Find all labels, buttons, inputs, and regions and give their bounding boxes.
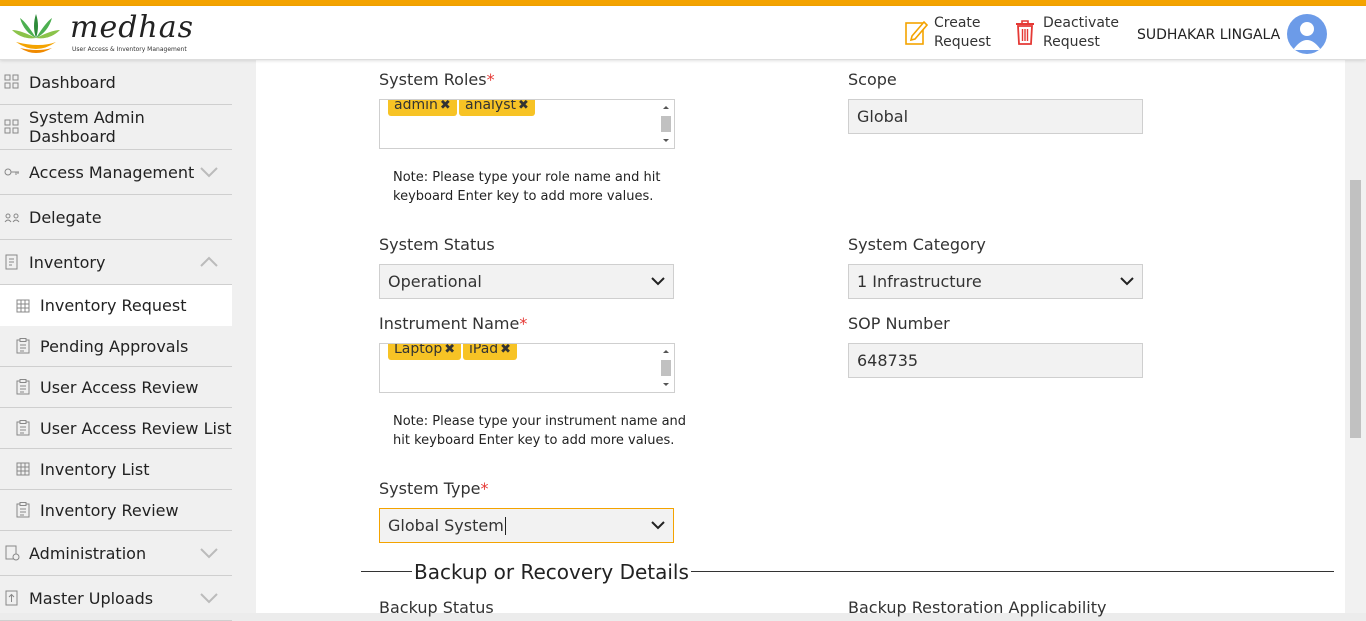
sop-number-label: SOP Number — [848, 314, 950, 333]
sidebar-item-label: Dashboard — [29, 72, 116, 92]
system-type-label: System Type* — [379, 479, 489, 498]
user-avatar[interactable] — [1287, 14, 1327, 54]
create-request-label-line1: Create — [934, 15, 981, 31]
key-icon — [4, 168, 19, 176]
document-icon — [5, 254, 18, 270]
text-cursor — [504, 516, 506, 535]
brand-name: medhas — [70, 10, 195, 45]
backup-status-label: Backup Status — [379, 598, 494, 617]
deactivate-request-button[interactable]: Deactivate Request — [1013, 14, 1123, 52]
sidebar-subitem-inventory-review[interactable]: Inventory Review — [0, 490, 232, 531]
sidebar-item-label: Delegate — [29, 207, 102, 227]
lotus-icon — [12, 14, 60, 53]
sidebar-item-dashboard[interactable]: Dashboard — [0, 60, 232, 105]
system-roles-tag-input[interactable]: admin ✖ analyst ✖ — [379, 99, 675, 149]
sidebar-item-label: Inventory List — [40, 459, 150, 479]
edit-document-icon — [905, 20, 928, 45]
sidebar-item-label: User Access Review List — [40, 418, 232, 438]
create-request-button[interactable]: Create Request — [904, 14, 1014, 52]
upload-document-icon — [5, 590, 18, 606]
chevron-down-icon — [651, 277, 665, 286]
sidebar-item-label: Inventory Request — [40, 296, 187, 315]
main-form-panel: System Roles* admin ✖ analyst ✖ Note: Plea… — [256, 60, 1345, 617]
backup-restoration-label: Backup Restoration Applicability — [848, 598, 1107, 617]
sidebar-subitem-inventory-list[interactable]: Inventory List — [0, 449, 232, 490]
app-header: medhas User Access & Inventory Managemen… — [0, 6, 1366, 60]
tag-chip: admin ✖ — [388, 100, 457, 116]
dashboard-icon — [4, 74, 19, 89]
delegate-icon — [4, 213, 20, 223]
sidebar-item-label: Access Management — [29, 162, 195, 182]
trash-icon — [1016, 20, 1034, 45]
table-icon — [16, 462, 30, 476]
create-request-label-line2: Request — [934, 34, 991, 50]
table-icon — [16, 299, 30, 312]
sidebar-item-system-admin-dashboard[interactable]: System Admin Dashboard — [0, 105, 232, 150]
clipboard-icon — [16, 379, 30, 395]
page-scroll-thumb[interactable] — [1350, 180, 1361, 438]
chevron-down-icon[interactable] — [199, 592, 219, 604]
page-scrollbar[interactable] — [1345, 60, 1366, 613]
sidebar-item-label: System Admin Dashboard — [29, 108, 145, 146]
deactivate-request-label-line2: Request — [1043, 34, 1100, 50]
user-name[interactable]: SUDHAKAR LINGALA — [1137, 27, 1280, 43]
chevron-down-icon[interactable] — [199, 166, 219, 178]
instrument-name-tag-input[interactable]: Laptop ✖ iPad ✖ — [379, 343, 675, 393]
sidebar-item-label: Administration — [29, 543, 147, 563]
chevron-down-icon — [651, 521, 665, 530]
sidebar-item-delegate[interactable]: Delegate — [0, 195, 232, 240]
tag-chip: Laptop ✖ — [388, 344, 462, 360]
remove-tag-icon[interactable]: ✖ — [444, 344, 455, 357]
system-category-value: 1 Infrastructure — [857, 272, 982, 291]
brand-tagline: User Access & Inventory Management — [72, 46, 187, 53]
remove-tag-icon[interactable]: ✖ — [440, 100, 451, 113]
sidebar-item-label: Inventory Review — [40, 500, 179, 520]
system-status-select[interactable]: Operational — [379, 264, 674, 299]
tag-box-scrollbar[interactable] — [661, 348, 671, 388]
system-category-select[interactable]: 1 Infrastructure — [848, 264, 1143, 299]
sidebar-subitem-user-access-review[interactable]: User Access Review — [0, 367, 232, 408]
sidebar-item-label: Master Uploads — [29, 588, 154, 608]
chevron-down-icon — [1120, 277, 1134, 286]
sidebar-item-label: Pending Approvals — [40, 336, 189, 356]
dashboard-icon — [4, 119, 19, 134]
instrument-name-label: Instrument Name* — [379, 314, 528, 333]
remove-tag-icon[interactable]: ✖ — [518, 100, 529, 113]
scope-label: Scope — [848, 70, 897, 89]
system-status-value: Operational — [388, 272, 482, 291]
scope-field[interactable]: Global — [848, 99, 1143, 134]
chevron-down-icon[interactable] — [199, 547, 219, 559]
brand-logo[interactable]: medhas User Access & Inventory Managemen… — [10, 8, 193, 58]
sidebar-subitem-user-access-review-list[interactable]: User Access Review List — [0, 408, 232, 449]
sidebar-item-label: Inventory — [29, 252, 106, 272]
remove-tag-icon[interactable]: ✖ — [500, 344, 511, 357]
sop-number-field[interactable]: 648735 — [848, 343, 1143, 378]
chevron-up-icon[interactable] — [199, 256, 219, 268]
sidebar-item-inventory[interactable]: Inventory — [0, 240, 232, 285]
system-type-value: Global System — [388, 516, 504, 535]
system-roles-label: System Roles* — [379, 70, 495, 89]
sidebar-item-administration[interactable]: Administration — [0, 531, 232, 576]
clipboard-icon — [16, 338, 30, 354]
sidebar-subitem-pending-approvals[interactable]: Pending Approvals — [0, 326, 232, 367]
backup-section-title: Backup or Recovery Details — [412, 560, 691, 584]
clipboard-icon — [16, 502, 30, 518]
sidebar: Dashboard System Admin Dashboard Access … — [0, 60, 256, 621]
deactivate-request-label-line1: Deactivate — [1043, 15, 1120, 31]
system-type-select[interactable]: Global System — [379, 508, 674, 543]
clipboard-icon — [16, 420, 30, 436]
admin-document-icon — [5, 545, 20, 561]
system-status-label: System Status — [379, 235, 495, 254]
user-icon — [1293, 22, 1321, 50]
system-category-label: System Category — [848, 235, 986, 254]
system-roles-note: Note: Please type your role name and hit… — [393, 170, 661, 204]
tag-chip: iPad ✖ — [463, 344, 518, 360]
sidebar-item-label: User Access Review — [40, 377, 199, 397]
sidebar-item-access-management[interactable]: Access Management — [0, 150, 232, 195]
tag-chip: analyst ✖ — [459, 100, 535, 116]
sidebar-item-master-uploads[interactable]: Master Uploads — [0, 576, 232, 621]
tag-box-scrollbar[interactable] — [661, 104, 671, 144]
instrument-name-note: Note: Please type your instrument name a… — [393, 414, 687, 448]
sidebar-subitem-inventory-request[interactable]: Inventory Request — [0, 285, 232, 326]
